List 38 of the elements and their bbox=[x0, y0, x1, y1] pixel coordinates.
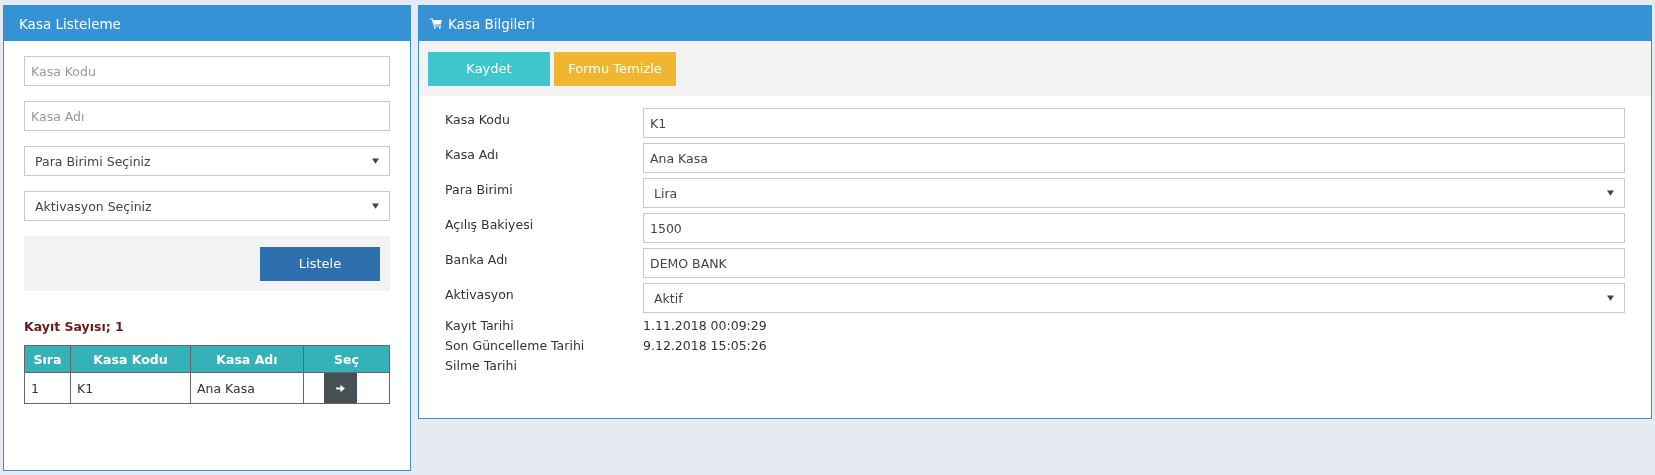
field-label: Para Birimi bbox=[445, 181, 514, 197]
column-header: Seç bbox=[303, 345, 390, 373]
field-label: Açılış Bakiyesi bbox=[445, 216, 535, 232]
table-cell: 1 bbox=[24, 372, 71, 404]
panel-title: Kasa Listeleme bbox=[19, 15, 121, 32]
input-field[interactable]: 1500 bbox=[643, 213, 1625, 243]
input-field[interactable]: Ana Kasa bbox=[643, 143, 1625, 173]
field-value: 1.11.2018 00:09:29 bbox=[643, 318, 768, 333]
panel-title: Kasa Bilgileri bbox=[448, 15, 535, 32]
input-field[interactable]: DEMO BANK bbox=[643, 248, 1625, 278]
input-field[interactable]: K1 bbox=[643, 108, 1625, 138]
caret-icon bbox=[1607, 295, 1614, 301]
column-header: Kasa Adı bbox=[190, 345, 304, 373]
dropdown[interactable]: Para Birimi Seçiniz bbox=[24, 146, 390, 176]
select-button[interactable] bbox=[323, 373, 357, 403]
dropdown[interactable]: Lira bbox=[643, 178, 1625, 208]
input-field[interactable]: Kasa Adı bbox=[24, 101, 390, 131]
field-value: 9.12.2018 15:05:26 bbox=[643, 338, 768, 353]
input-field[interactable]: Kasa Kodu bbox=[24, 56, 390, 86]
field-label: Kayıt Tarihi bbox=[445, 318, 515, 333]
caret-icon bbox=[1607, 190, 1614, 196]
field-label: Aktivasyon bbox=[445, 286, 515, 302]
field-label: Kasa Adı bbox=[445, 146, 500, 162]
caret-icon bbox=[372, 158, 379, 164]
dropdown[interactable]: Aktivasyon Seçiniz bbox=[24, 191, 390, 221]
field-label: Kasa Kodu bbox=[445, 111, 511, 127]
table-cell: K1 bbox=[70, 372, 191, 404]
table-cell: Ana Kasa bbox=[190, 372, 304, 404]
record-count: Kayıt Sayısı; 1 bbox=[24, 319, 125, 334]
list-button[interactable]: Listele bbox=[260, 246, 380, 281]
column-header: Sıra bbox=[24, 345, 71, 373]
field-label: Son Güncelleme Tarihi bbox=[445, 338, 586, 353]
field-label: Silme Tarihi bbox=[445, 358, 518, 373]
column-header: Kasa Kodu bbox=[70, 345, 191, 373]
dropdown[interactable]: Aktif bbox=[643, 283, 1625, 313]
field-label: Banka Adı bbox=[445, 251, 509, 267]
caret-icon bbox=[372, 203, 379, 209]
cart-icon bbox=[430, 18, 442, 29]
